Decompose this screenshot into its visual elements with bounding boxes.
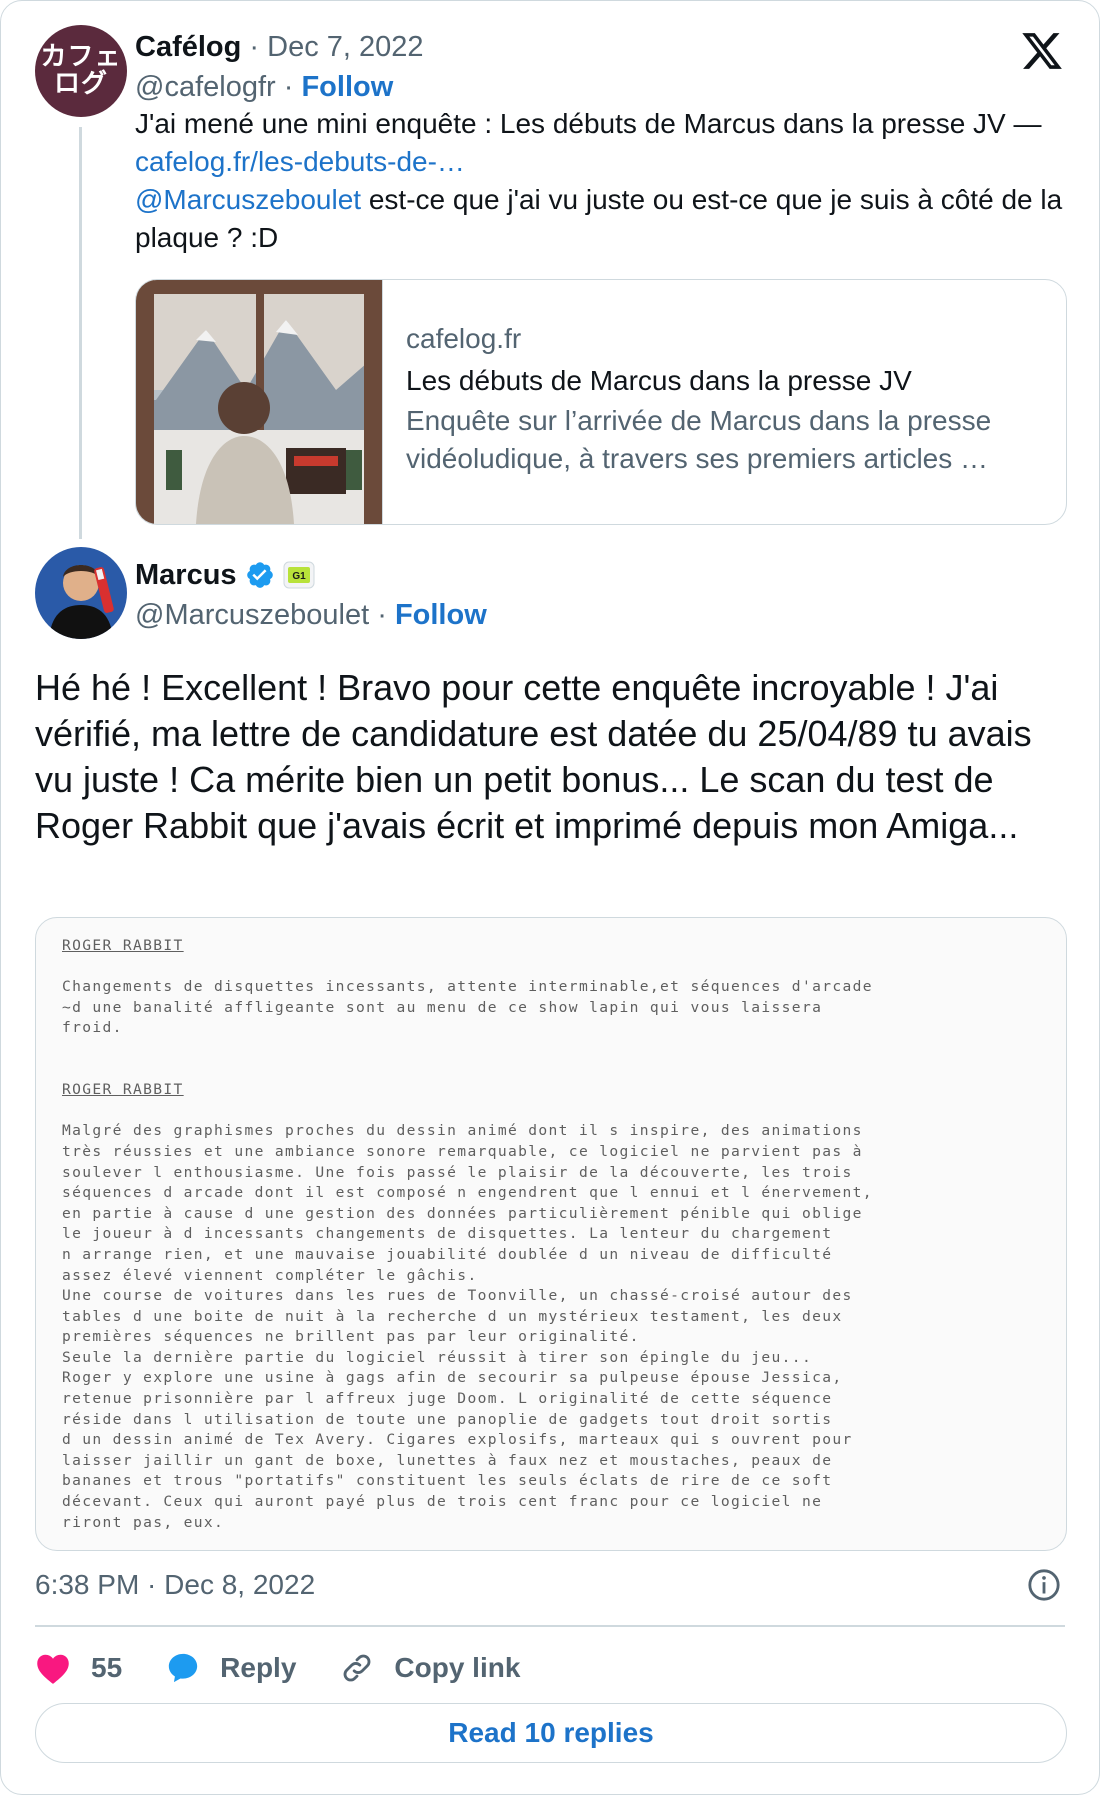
quoted-date[interactable]: Dec 7, 2022 <box>267 31 423 63</box>
avatar-text-line2: ログ <box>53 69 108 99</box>
quoted-text-line1: J'ai mené une mini enquête : Les débuts … <box>135 108 1042 139</box>
reply-label: Reply <box>220 1652 297 1683</box>
follow-cafelog-button[interactable]: Follow <box>301 71 393 103</box>
tweet-embed-card: カフェ ログ Cafélog · Dec 7, 2022 @cafelogfr … <box>0 0 1100 1795</box>
link-preview-title: Les débuts de Marcus dans la presse JV <box>406 365 912 396</box>
scan-line: séquences d arcade dont il est composé n… <box>62 1184 873 1202</box>
scan-line: bananes et trous "portatifs" constituent… <box>62 1472 833 1490</box>
like-count: 55 <box>91 1652 123 1683</box>
main-tweet-text: Hé hé ! Excellent ! Bravo pour cette enq… <box>35 667 1032 846</box>
scan-line: en partie à cause d une gestion des donn… <box>62 1204 863 1222</box>
verified-badge-icon <box>246 562 273 588</box>
scan-line: soulever l enthousiasme. Une fois passé … <box>62 1163 853 1181</box>
scan-line: laisser jaillir un gant de boxe, lunette… <box>62 1451 833 1469</box>
quoted-author-name[interactable]: Cafélog <box>135 31 241 63</box>
divider <box>35 1625 1065 1627</box>
scan-line: assez élevé viennent compléter le gâchis… <box>62 1266 478 1284</box>
quoted-tweet-text: J'ai mené une mini enquête : Les débuts … <box>135 105 1075 257</box>
mention-link[interactable]: @Marcuszeboulet <box>135 184 361 215</box>
scan-line: Seule la dernière partie du logiciel réu… <box>62 1348 813 1366</box>
quoted-handle-row: @cafelogfr · Follow <box>135 71 394 103</box>
like-button[interactable]: 55 <box>35 1651 122 1685</box>
scan-line: le joueur à d incessants changements de … <box>62 1225 833 1243</box>
scan-line: froid. <box>62 1019 123 1037</box>
link-icon <box>344 1654 371 1682</box>
link-preview-text: cafelog.fr Les débuts de Marcus dans la … <box>406 320 1046 478</box>
scan-line: n arrange rien, et une mauvaise jouabili… <box>62 1245 833 1263</box>
copy-link-label: Copy link <box>394 1652 521 1683</box>
action-bar: 55 Reply Copy link <box>35 1645 564 1691</box>
x-logo-icon[interactable] <box>1019 29 1065 73</box>
scan-line: retenue prisonnière par l affreux juge D… <box>62 1390 833 1408</box>
main-handle[interactable]: @Marcuszeboulet <box>135 599 369 631</box>
scan-line: réside dans l utilisation de toute une p… <box>62 1410 833 1428</box>
scan-line: d un dessin animé de Tex Avery. Cigares … <box>62 1431 853 1449</box>
scan-line: très réussies et une ambiance sonore rem… <box>62 1142 863 1160</box>
scan-line: Une course de voitures dans les rues de … <box>62 1287 853 1305</box>
reply-bubble-icon <box>168 1653 198 1683</box>
scan-block-1: Changements de disquettes incessants, at… <box>62 977 1052 1039</box>
link-preview-image <box>136 280 383 524</box>
scan-line: décevant. Ceux qui auront payé plus de t… <box>62 1493 823 1511</box>
quoted-article-link[interactable]: cafelog.fr/les-debuts-de-… <box>135 146 465 177</box>
scanned-document-image[interactable]: ROGER RABBIT Changements de disquettes i… <box>35 917 1067 1551</box>
scan-text-block: ROGER RABBIT Changements de disquettes i… <box>62 936 1052 1533</box>
read-replies-label: Read 10 replies <box>448 1717 654 1748</box>
scan-line: premières séquences ne brillent pas par … <box>62 1328 640 1346</box>
g1-affiliate-badge: G1 <box>283 561 315 589</box>
link-preview-domain: cafelog.fr <box>406 323 522 354</box>
link-preview-description: Enquête sur l’arrivée de Marcus dans la … <box>406 405 992 474</box>
marcus-avatar[interactable] <box>35 547 127 639</box>
avatar-text-line1: カフェ <box>40 42 122 72</box>
follow-marcus-button[interactable]: Follow <box>395 599 487 631</box>
main-author-name[interactable]: Marcus <box>135 557 237 593</box>
quoted-header: Cafélog · Dec 7, 2022 <box>135 31 424 63</box>
main-handle-row: @Marcuszeboulet · Follow <box>135 599 487 631</box>
cafelog-avatar[interactable]: カフェ ログ <box>35 25 127 117</box>
scan-heading-1: ROGER RABBIT <box>62 937 184 954</box>
scan-line: Roger y explore une usine à gags afin de… <box>62 1369 843 1387</box>
read-replies-button[interactable]: Read 10 replies <box>35 1703 1067 1763</box>
scan-line: ~d une banalité affligeante sont au menu… <box>62 998 823 1016</box>
heart-icon <box>37 1654 69 1684</box>
g1-badge-label: G1 <box>292 571 306 582</box>
tweet-timestamp[interactable]: 6:38 PM · Dec 8, 2022 <box>35 1567 315 1603</box>
scan-line: riront pas, eux. <box>62 1513 225 1531</box>
reply-button[interactable]: Reply <box>166 1651 296 1685</box>
thread-connector-line <box>79 127 82 539</box>
info-icon[interactable] <box>1027 1568 1061 1602</box>
scan-block-2: Malgré des graphismes proches du dessin … <box>62 1121 1052 1533</box>
copy-link-button[interactable]: Copy link <box>340 1651 520 1685</box>
scan-line: tables d une boite de nuit à la recherch… <box>62 1307 843 1325</box>
main-author-row: Marcus G1 <box>135 557 315 593</box>
scan-heading-2: ROGER RABBIT <box>62 1081 184 1099</box>
link-preview-card[interactable]: cafelog.fr Les débuts de Marcus dans la … <box>135 279 1067 525</box>
quoted-handle[interactable]: @cafelogfr <box>135 71 276 103</box>
scan-line: Malgré des graphismes proches du dessin … <box>62 1122 863 1140</box>
scan-line: Changements de disquettes incessants, at… <box>62 978 873 996</box>
